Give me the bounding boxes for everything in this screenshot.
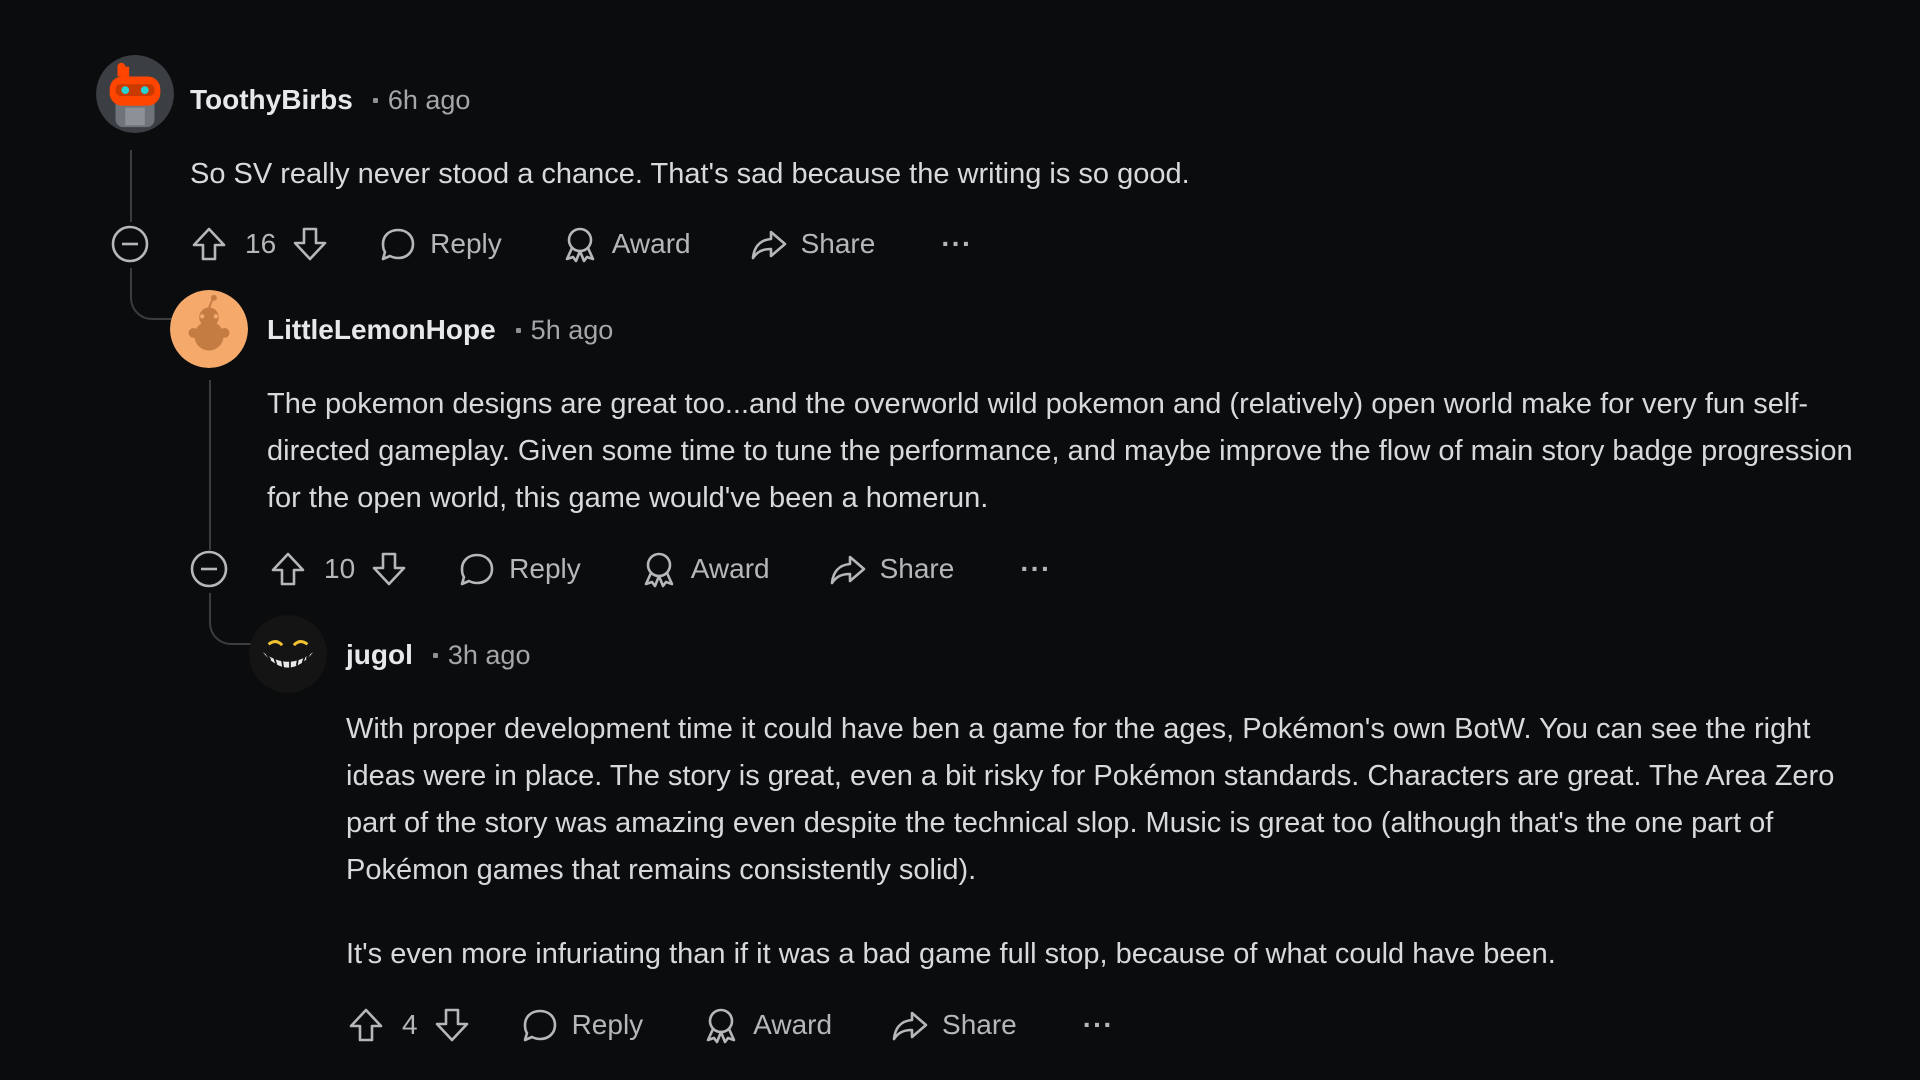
comment-body: So SV really never stood a chance. That'… [190, 151, 1880, 198]
collapse-minus-circle-icon [190, 550, 228, 588]
award-label: Award [611, 228, 691, 259]
timestamp[interactable]: 3h ago [448, 640, 531, 671]
more-options-button[interactable]: ··· [1083, 1009, 1114, 1041]
share-arrow-icon [890, 1005, 930, 1045]
award-button[interactable]: Award [639, 549, 770, 589]
reply-label: Reply [430, 228, 502, 259]
collapse-button[interactable] [189, 549, 229, 589]
comment-meta: LittleLemonHope 5h ago [267, 310, 613, 350]
vote-count: 4 [402, 1009, 418, 1040]
comment-paragraph: So SV really never stood a chance. That'… [190, 158, 1190, 190]
share-button[interactable]: Share [890, 1005, 1017, 1045]
share-button[interactable]: Share [828, 549, 955, 589]
thread-connector-2 [130, 268, 172, 320]
share-arrow-icon [828, 549, 868, 589]
downvote-arrow-icon[interactable] [369, 549, 409, 589]
collapse-minus-circle-icon [111, 225, 149, 263]
username[interactable]: ToothyBirbs [190, 84, 353, 116]
comment-actions: 10 Reply Award Share ··· [268, 544, 1051, 594]
award-label: Award [753, 1009, 833, 1040]
more-options-button[interactable]: ··· [1020, 553, 1051, 585]
thread-connector-3 [209, 593, 251, 645]
comment-meta: jugol 3h ago [346, 635, 530, 675]
comment-actions: 16 Reply Award Share ··· [189, 219, 972, 269]
downvote-arrow-icon[interactable] [432, 1005, 472, 1045]
speech-bubble-icon [457, 549, 497, 589]
comment-paragraph: The pokemon designs are great too...and … [267, 388, 1853, 514]
separator-dot [515, 327, 521, 333]
share-arrow-icon [749, 224, 789, 264]
award-label: Award [690, 553, 770, 584]
separator-dot [372, 97, 378, 103]
grinning-face-avatar-icon [249, 615, 327, 693]
reply-label: Reply [509, 553, 581, 584]
comment-thread: ToothyBirbs 6h ago So SV really never st… [0, 0, 1920, 1080]
username[interactable]: jugol [346, 639, 413, 671]
username[interactable]: LittleLemonHope [267, 314, 496, 346]
comment-body: With proper development time it could ha… [346, 706, 1886, 978]
reply-button[interactable]: Reply [457, 549, 581, 589]
share-label: Share [879, 553, 955, 584]
thread-line-1[interactable] [130, 150, 132, 222]
award-ribbon-icon [701, 1005, 741, 1045]
comment-body: The pokemon designs are great too...and … [267, 381, 1877, 522]
award-ribbon-icon [639, 549, 679, 589]
award-button[interactable]: Award [701, 1005, 832, 1045]
snoo-orange-robot-avatar-icon [96, 55, 174, 133]
thread-line-2[interactable] [209, 380, 211, 550]
separator-dot [432, 652, 438, 658]
vote-count: 16 [245, 228, 277, 259]
more-options-button[interactable]: ··· [941, 228, 972, 260]
collapse-button[interactable] [110, 224, 150, 264]
timestamp[interactable]: 6h ago [388, 85, 471, 116]
downvote-arrow-icon[interactable] [290, 224, 330, 264]
avatar[interactable] [96, 55, 174, 133]
speech-bubble-icon [378, 224, 418, 264]
award-button[interactable]: Award [560, 224, 691, 264]
vote-count: 10 [324, 553, 356, 584]
comment-actions: 4 Reply Award Share ··· [346, 1000, 1114, 1050]
timestamp[interactable]: 5h ago [531, 315, 614, 346]
avatar[interactable] [249, 615, 327, 693]
reply-label: Reply [571, 1009, 644, 1040]
award-ribbon-icon [560, 224, 600, 264]
reply-button[interactable]: Reply [520, 1005, 644, 1045]
comment-meta: ToothyBirbs 6h ago [190, 80, 470, 120]
comment-paragraph: With proper development time it could ha… [346, 713, 1835, 886]
share-label: Share [942, 1009, 1017, 1040]
avatar[interactable] [170, 290, 248, 368]
snoo-peach-default-avatar-icon [170, 290, 248, 368]
upvote-arrow-icon[interactable] [346, 1005, 386, 1045]
speech-bubble-icon [520, 1005, 560, 1045]
upvote-arrow-icon[interactable] [268, 549, 308, 589]
reply-button[interactable]: Reply [378, 224, 502, 264]
share-label: Share [800, 228, 876, 259]
upvote-arrow-icon[interactable] [189, 224, 229, 264]
share-button[interactable]: Share [749, 224, 876, 264]
comment-paragraph: It's even more infuriating than if it wa… [346, 938, 1556, 970]
